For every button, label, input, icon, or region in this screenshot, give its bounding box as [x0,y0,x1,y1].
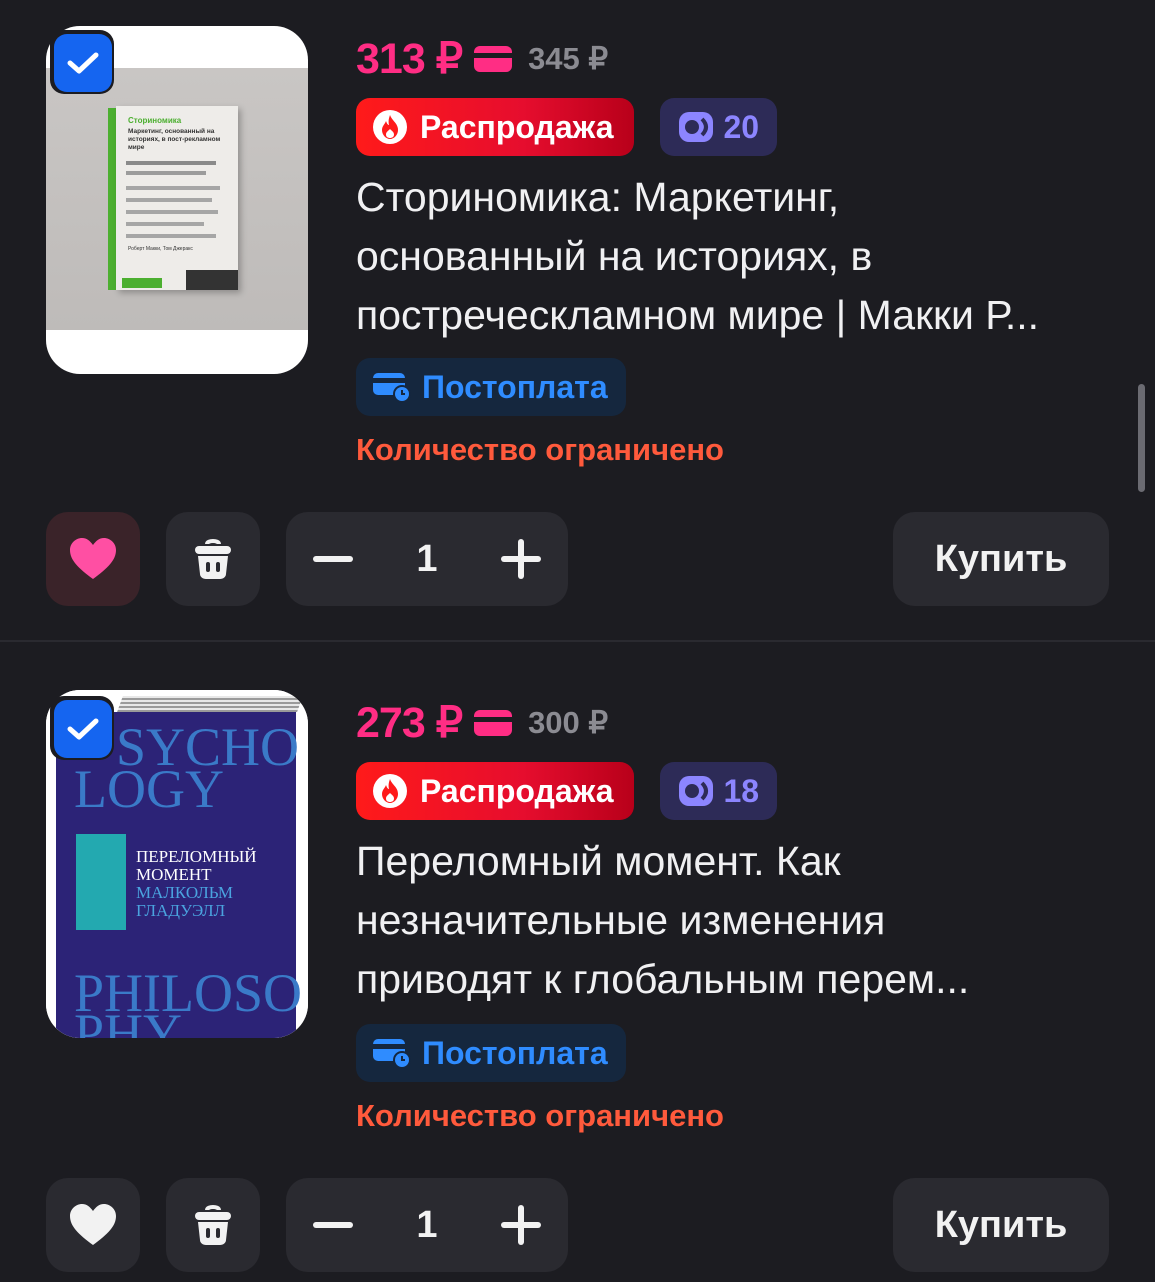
title-line: незначительные изменения [356,897,886,943]
minus-icon [313,556,353,562]
cover-text-line [126,222,204,226]
old-price: 345 ₽ [528,41,609,76]
title-line: Переломный момент. Как [356,838,841,884]
minus-icon [313,1222,353,1228]
tags: Распродажа 18 [356,762,778,820]
trash-icon [195,1205,231,1245]
cover-text-line [126,198,212,202]
quantity-value: 1 [416,537,438,580]
tags: Распродажа 20 [356,98,778,156]
cover-text-line [126,186,220,190]
old-price: 300 ₽ [528,705,609,740]
points-value: 18 [723,772,760,809]
title-line: основанный на историях, в [356,233,873,279]
points-icon [678,112,713,142]
cover-title: Сториномика [128,116,182,125]
postpay-label: Постоплата [422,1034,608,1071]
cover-author: ГЛАДУЭЛЛ [136,901,226,920]
buy-button[interactable]: Купить [893,1178,1109,1272]
title-line: Сториномика: Маркетинг, [356,174,840,220]
points-icon [678,776,713,806]
points-value: 20 [723,108,760,145]
heart-icon [70,1204,116,1245]
cover-text-line [126,161,216,165]
quantity-stepper: 1 [286,512,568,606]
cover-title: МОМЕНТ [136,865,212,884]
delete-button[interactable] [166,512,260,606]
select-checkbox[interactable] [50,696,114,760]
cart-item: Сториномика Маркетинг, основанный на ист… [0,0,1155,642]
cover-logo [122,278,162,288]
cover-subtitle: Маркетинг, основанный на историях, в пос… [128,128,221,151]
sale-label: Распродажа [420,772,614,809]
price: 273 ₽ [356,699,463,747]
favorite-button[interactable] [46,1178,140,1272]
cart-item: SYCHO LOGY ПЕРЕЛОМНЫЙ МОМЕНТ МАЛКОЛЬМ ГЛ… [0,642,1155,1282]
quantity-value: 1 [416,1203,438,1246]
cover-badge [186,270,238,290]
points-badge: 18 [659,762,778,820]
cover-author: МАЛКОЛЬМ [136,883,233,902]
cover-word: PHY [74,1003,183,1038]
product-title[interactable]: Сториномика: Маркетинг, основанный на ис… [356,168,1116,345]
title-line: приводят к глобальным перем... [356,956,970,1002]
heart-icon [70,538,116,579]
cover-text-line [126,210,218,214]
buy-button[interactable]: Купить [893,512,1109,606]
cover-text-line [126,234,216,238]
limited-label: Количество ограничено [356,432,724,467]
price-row: 313 ₽ 345 ₽ [356,34,608,84]
price: 313 ₽ [356,35,463,83]
postpay-card-icon [373,373,411,403]
decrease-button[interactable] [286,1178,380,1272]
cover-authors: Роберт Макки, Том Джеракс [128,246,193,252]
increase-button[interactable] [474,512,568,606]
sale-badge: Распродажа [356,762,634,820]
cover-title: ПЕРЕЛОМНЫЙ [136,847,257,866]
fire-icon [373,774,407,808]
sale-badge: Распродажа [356,98,634,156]
cover-pages [117,696,303,712]
postpay-badge: Постоплата [356,1024,626,1082]
delete-button[interactable] [166,1178,260,1272]
favorite-button[interactable] [46,512,140,606]
card-icon [474,710,513,736]
plus-icon [500,1205,541,1245]
scrollbar[interactable] [1138,384,1145,492]
title-line: постреческламном мире | Макки Р... [356,292,1040,338]
fire-icon [373,110,407,144]
trash-icon [195,539,231,579]
decrease-button[interactable] [286,512,380,606]
check-icon [67,718,99,740]
limited-label: Количество ограничено [356,1098,724,1133]
card-icon [474,46,513,72]
increase-button[interactable] [474,1178,568,1272]
cover-accent [76,834,126,930]
cover-word: LOGY [74,759,224,819]
postpay-card-icon [373,1039,411,1069]
quantity-stepper: 1 [286,1178,568,1272]
plus-icon [500,539,541,579]
cover-text-line [126,171,206,175]
points-badge: 20 [659,98,778,156]
postpay-badge: Постоплата [356,358,626,416]
select-checkbox[interactable] [50,30,114,94]
product-title[interactable]: Переломный момент. Как незначительные из… [356,832,1116,1009]
check-icon [67,52,99,74]
sale-label: Распродажа [420,108,614,145]
postpay-label: Постоплата [422,368,608,405]
price-row: 273 ₽ 300 ₽ [356,698,608,748]
